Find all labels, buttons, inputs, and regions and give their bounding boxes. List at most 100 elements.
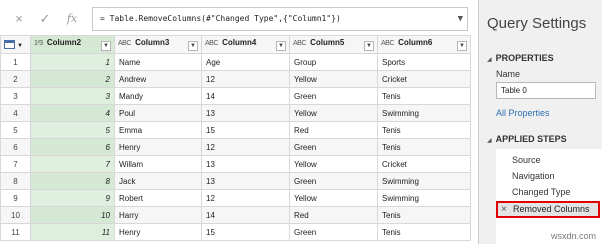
collapse-triangle-icon[interactable]: ◢ — [487, 138, 492, 144]
filter-dropdown-icon[interactable]: ▼ — [276, 41, 286, 51]
row-number[interactable]: 7 — [0, 155, 31, 173]
table-cell[interactable]: 13 — [201, 104, 290, 122]
table-cell[interactable]: 13 — [201, 172, 290, 190]
table-cell[interactable]: Name — [114, 53, 202, 71]
table-row[interactable]: 11 11 Henry 15 Green Tenis — [0, 223, 471, 241]
table-cell[interactable]: 11 — [30, 223, 115, 241]
table-cell[interactable]: 13 — [201, 155, 290, 173]
text-type-icon[interactable]: ABC — [381, 40, 394, 47]
table-cell[interactable]: Green — [289, 172, 378, 190]
filter-dropdown-icon[interactable]: ▼ — [188, 41, 198, 51]
text-type-icon[interactable]: ABC — [118, 40, 131, 47]
table-row[interactable]: 7 7 Willam 13 Yellow Cricket — [0, 155, 471, 173]
cancel-icon[interactable]: × — [9, 9, 29, 29]
table-cell[interactable]: 14 — [201, 87, 290, 105]
row-number[interactable]: 6 — [0, 138, 31, 156]
table-cell[interactable]: Henry — [114, 138, 202, 156]
table-cell[interactable]: Tenis — [377, 87, 471, 105]
table-cell[interactable]: Sports — [377, 53, 471, 71]
table-cell[interactable]: 1 — [30, 53, 115, 71]
table-cell[interactable]: 9 — [30, 189, 115, 207]
text-type-icon[interactable]: ABC — [205, 40, 218, 47]
number-type-icon[interactable]: 1²3 — [34, 40, 43, 47]
row-number[interactable]: 2 — [0, 70, 31, 88]
row-number[interactable]: 1 — [0, 53, 31, 71]
table-cell[interactable]: 15 — [201, 121, 290, 139]
table-row[interactable]: 3 3 Mandy 14 Green Tenis — [0, 87, 471, 105]
table-cell[interactable]: Red — [289, 121, 378, 139]
table-cell[interactable]: Group — [289, 53, 378, 71]
table-cell[interactable]: Tenis — [377, 138, 471, 156]
table-cell[interactable]: 12 — [201, 189, 290, 207]
table-cell[interactable]: Mandy — [114, 87, 202, 105]
table-cell[interactable]: Emma — [114, 121, 202, 139]
table-row[interactable]: 6 6 Henry 12 Green Tenis — [0, 138, 471, 156]
table-cell[interactable]: Swimming — [377, 189, 471, 207]
table-cell[interactable]: 12 — [201, 138, 290, 156]
column-header-column6[interactable]: ABC Column6 ▼ — [377, 35, 471, 54]
filter-dropdown-icon[interactable]: ▼ — [364, 41, 374, 51]
table-cell[interactable]: 8 — [30, 172, 115, 190]
table-cell[interactable]: Henry — [114, 223, 202, 241]
table-cell[interactable]: 7 — [30, 155, 115, 173]
table-cell[interactable]: Willam — [114, 155, 202, 173]
table-cell[interactable]: 3 — [30, 87, 115, 105]
row-number[interactable]: 11 — [0, 223, 31, 241]
table-row[interactable]: 9 9 Robert 12 Yellow Swimming — [0, 189, 471, 207]
applied-steps-heading[interactable]: ◢ APPLIED STEPS — [487, 134, 567, 144]
table-row[interactable]: 5 5 Emma 15 Red Tenis — [0, 121, 471, 139]
column-header-column4[interactable]: ABC Column4 ▼ — [201, 35, 290, 54]
collapse-triangle-icon[interactable]: ◢ — [487, 57, 492, 63]
confirm-icon[interactable]: ✓ — [35, 9, 55, 29]
table-row[interactable]: 1 1 Name Age Group Sports — [0, 53, 471, 71]
table-cell[interactable]: 2 — [30, 70, 115, 88]
table-cell[interactable]: 14 — [201, 206, 290, 224]
table-cell[interactable]: 5 — [30, 121, 115, 139]
table-cell[interactable]: Yellow — [289, 189, 378, 207]
table-cell[interactable]: 6 — [30, 138, 115, 156]
table-cell[interactable]: Red — [289, 206, 378, 224]
column-header-column3[interactable]: ABC Column3 ▼ — [114, 35, 202, 54]
table-cell[interactable]: Tenis — [377, 223, 471, 241]
step-navigation[interactable]: Navigation — [512, 171, 555, 181]
table-row[interactable]: 10 10 Harry 14 Red Tenis — [0, 206, 471, 224]
table-cell[interactable]: Harry — [114, 206, 202, 224]
table-cell[interactable]: Jack — [114, 172, 202, 190]
all-properties-link[interactable]: All Properties — [496, 108, 550, 118]
table-cell[interactable]: Tenis — [377, 206, 471, 224]
table-cell[interactable]: Age — [201, 53, 290, 71]
table-row[interactable]: 4 4 Poul 13 Yellow Swimming — [0, 104, 471, 122]
table-cell[interactable]: Green — [289, 87, 378, 105]
step-changed-type[interactable]: Changed Type — [512, 187, 570, 197]
formula-input[interactable]: = Table.RemoveColumns(#"Changed Type",{"… — [92, 7, 468, 31]
column-header-column2[interactable]: 1²3 Column2 ▼ — [30, 35, 115, 54]
table-cell[interactable]: Green — [289, 138, 378, 156]
table-cell[interactable]: Andrew — [114, 70, 202, 88]
column-header-column5[interactable]: ABC Column5 ▼ — [289, 35, 378, 54]
table-cell[interactable]: Cricket — [377, 70, 471, 88]
filter-dropdown-icon[interactable]: ▼ — [457, 41, 467, 51]
chevron-down-icon[interactable]: ▼ — [458, 8, 463, 30]
table-row[interactable]: 2 2 Andrew 12 Yellow Cricket — [0, 70, 471, 88]
table-cell[interactable]: 10 — [30, 206, 115, 224]
step-source[interactable]: Source — [512, 155, 541, 165]
table-cell[interactable]: 15 — [201, 223, 290, 241]
table-cell[interactable]: 4 — [30, 104, 115, 122]
delete-step-icon[interactable]: × — [501, 203, 507, 216]
table-cell[interactable]: Yellow — [289, 70, 378, 88]
row-number[interactable]: 3 — [0, 87, 31, 105]
table-menu-button[interactable]: ▼ — [0, 35, 31, 54]
table-cell[interactable]: Robert — [114, 189, 202, 207]
table-cell[interactable]: Green — [289, 223, 378, 241]
row-number[interactable]: 4 — [0, 104, 31, 122]
table-cell[interactable]: Tenis — [377, 121, 471, 139]
row-number[interactable]: 10 — [0, 206, 31, 224]
row-number[interactable]: 5 — [0, 121, 31, 139]
table-cell[interactable]: Swimming — [377, 172, 471, 190]
filter-dropdown-icon[interactable]: ▼ — [101, 41, 111, 51]
step-removed-columns[interactable]: × Removed Columns — [496, 201, 600, 218]
table-cell[interactable]: 12 — [201, 70, 290, 88]
fx-icon[interactable]: fx — [62, 9, 82, 29]
row-number[interactable]: 9 — [0, 189, 31, 207]
table-row[interactable]: 8 8 Jack 13 Green Swimming — [0, 172, 471, 190]
